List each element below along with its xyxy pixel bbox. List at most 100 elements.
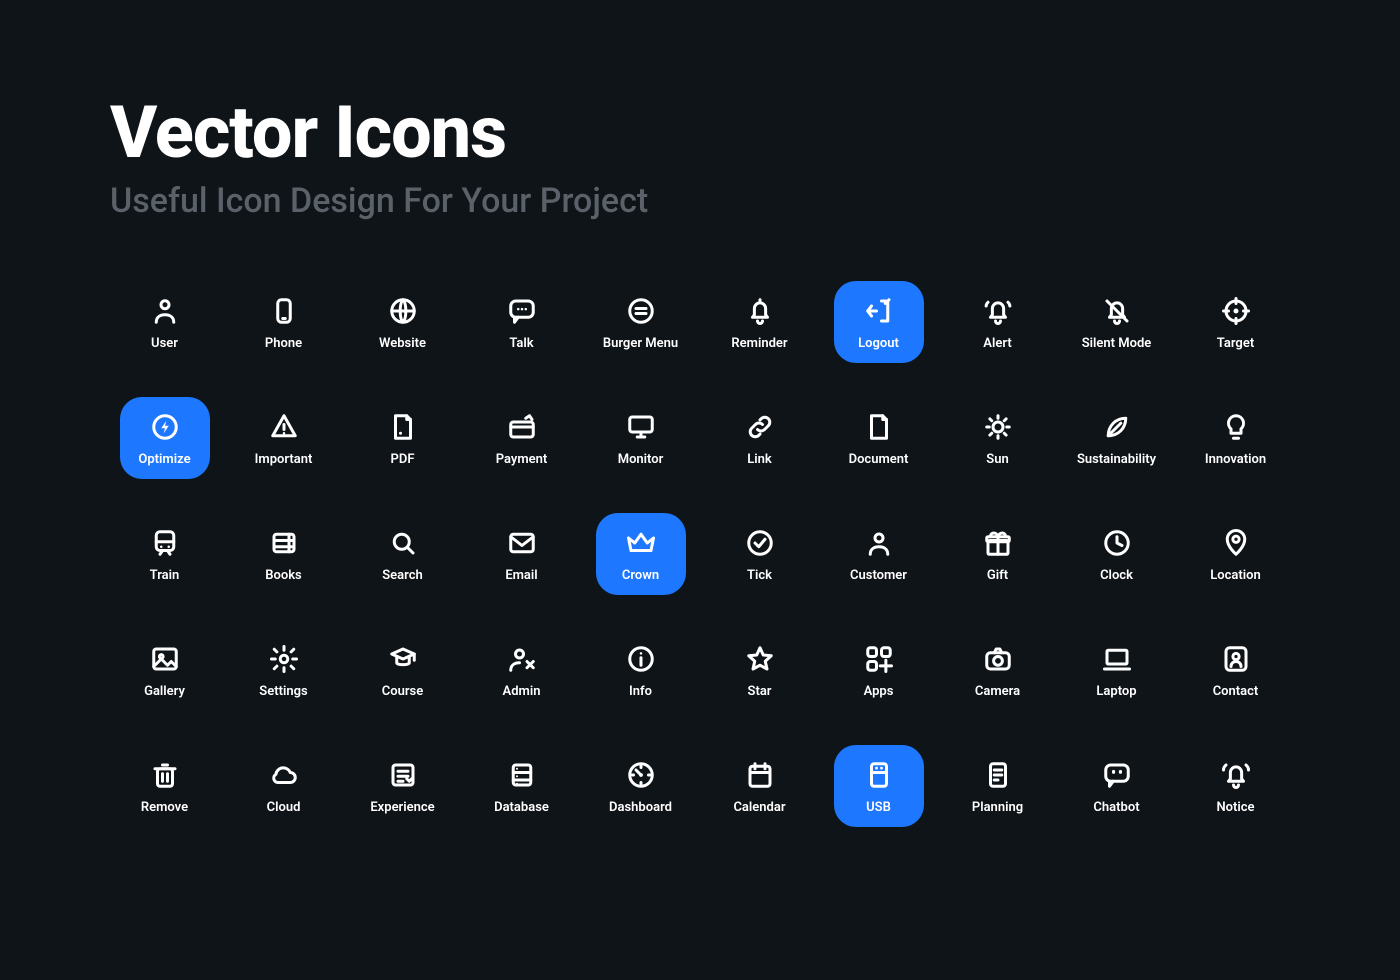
search-icon: [386, 526, 420, 560]
icon-tile-cloud[interactable]: Cloud: [239, 745, 329, 827]
icon-label: Apps: [864, 684, 894, 699]
link-icon: [743, 410, 777, 444]
icon-tile-clock[interactable]: Clock: [1072, 513, 1162, 595]
crown-icon: [624, 526, 658, 560]
email-icon: [505, 526, 539, 560]
icon-tile-website[interactable]: Website: [358, 281, 448, 363]
icon-tile-silent-mode[interactable]: Silent Mode: [1072, 281, 1162, 363]
reminder-icon: [743, 294, 777, 328]
monitor-icon: [624, 410, 658, 444]
location-icon: [1219, 526, 1253, 560]
icon-tile-important[interactable]: Important: [239, 397, 329, 479]
icon-label: Calendar: [733, 800, 785, 815]
gift-icon: [981, 526, 1015, 560]
icon-tile-email[interactable]: Email: [477, 513, 567, 595]
icon-label: Star: [748, 684, 772, 699]
icon-tile-gallery[interactable]: Gallery: [120, 629, 210, 711]
icon-tile-train[interactable]: Train: [120, 513, 210, 595]
icon-label: Silent Mode: [1082, 336, 1152, 351]
icon-tile-sun[interactable]: Sun: [953, 397, 1043, 479]
icon-tile-target[interactable]: Target: [1191, 281, 1281, 363]
icon-tile-admin[interactable]: Admin: [477, 629, 567, 711]
clock-icon: [1100, 526, 1134, 560]
icon-tile-planning[interactable]: Planning: [953, 745, 1043, 827]
icon-tile-logout[interactable]: Logout: [834, 281, 924, 363]
icon-tile-info[interactable]: Info: [596, 629, 686, 711]
icon-tile-innovation[interactable]: Innovation: [1191, 397, 1281, 479]
icon-label: Target: [1217, 336, 1254, 351]
icon-tile-course[interactable]: Course: [358, 629, 448, 711]
icon-tile-location[interactable]: Location: [1191, 513, 1281, 595]
icon-tile-payment[interactable]: Payment: [477, 397, 567, 479]
icon-tile-user[interactable]: User: [120, 281, 210, 363]
important-icon: [267, 410, 301, 444]
icon-label: Sun: [986, 452, 1008, 467]
icon-tile-laptop[interactable]: Laptop: [1072, 629, 1162, 711]
icon-tile-link[interactable]: Link: [715, 397, 805, 479]
icon-tile-talk[interactable]: Talk: [477, 281, 567, 363]
icon-label: Crown: [622, 568, 659, 583]
icon-tile-alert[interactable]: Alert: [953, 281, 1043, 363]
icon-label: Books: [265, 568, 302, 583]
icon-tile-customer[interactable]: Customer: [834, 513, 924, 595]
icon-tile-search[interactable]: Search: [358, 513, 448, 595]
target-icon: [1219, 294, 1253, 328]
icon-label: Camera: [975, 684, 1020, 699]
cloud-icon: [267, 758, 301, 792]
icon-label: Logout: [858, 336, 899, 351]
icon-tile-experience[interactable]: Experience: [358, 745, 448, 827]
icon-tile-database[interactable]: Database: [477, 745, 567, 827]
icon-label: Link: [747, 452, 772, 467]
icon-label: USB: [866, 800, 891, 815]
books-icon: [267, 526, 301, 560]
icon-label: Phone: [265, 336, 302, 351]
icon-label: Gift: [987, 568, 1008, 583]
icon-label: Location: [1210, 568, 1261, 583]
icon-tile-usb[interactable]: USB: [834, 745, 924, 827]
icon-tile-star[interactable]: Star: [715, 629, 805, 711]
settings-icon: [267, 642, 301, 676]
icon-label: Burger Menu: [603, 336, 678, 351]
icon-tile-sustainability[interactable]: Sustainability: [1072, 397, 1162, 479]
gallery-icon: [148, 642, 182, 676]
icon-label: Innovation: [1205, 452, 1266, 467]
icon-tile-chatbot[interactable]: Chatbot: [1072, 745, 1162, 827]
icon-tile-gift[interactable]: Gift: [953, 513, 1043, 595]
icon-label: Train: [150, 568, 180, 583]
optimize-icon: [148, 410, 182, 444]
icon-tile-apps[interactable]: Apps: [834, 629, 924, 711]
user-icon: [148, 294, 182, 328]
page-title: Vector Icons: [110, 90, 1290, 175]
icon-tile-books[interactable]: Books: [239, 513, 329, 595]
icon-tile-document[interactable]: Document: [834, 397, 924, 479]
icon-tile-remove[interactable]: Remove: [120, 745, 210, 827]
icon-label: Monitor: [618, 452, 664, 467]
icon-label: Alert: [983, 336, 1011, 351]
remove-icon: [148, 758, 182, 792]
info-icon: [624, 642, 658, 676]
icon-tile-tick[interactable]: Tick: [715, 513, 805, 595]
icon-tile-optimize[interactable]: Optimize: [120, 397, 210, 479]
course-icon: [386, 642, 420, 676]
database-icon: [505, 758, 539, 792]
icon-tile-settings[interactable]: Settings: [239, 629, 329, 711]
talk-icon: [505, 294, 539, 328]
icon-tile-contact[interactable]: Contact: [1191, 629, 1281, 711]
icon-tile-burger-menu[interactable]: Burger Menu: [596, 281, 686, 363]
icon-tile-calendar[interactable]: Calendar: [715, 745, 805, 827]
icon-tile-monitor[interactable]: Monitor: [596, 397, 686, 479]
icon-label: Email: [505, 568, 537, 583]
icon-tile-phone[interactable]: Phone: [239, 281, 329, 363]
burger-menu-icon: [624, 294, 658, 328]
icon-tile-pdf[interactable]: PDF: [358, 397, 448, 479]
icon-label: Sustainability: [1077, 452, 1156, 467]
icon-tile-dashboard[interactable]: Dashboard: [596, 745, 686, 827]
icon-tile-camera[interactable]: Camera: [953, 629, 1043, 711]
icon-tile-reminder[interactable]: Reminder: [715, 281, 805, 363]
icon-tile-crown[interactable]: Crown: [596, 513, 686, 595]
icon-label: Customer: [850, 568, 907, 583]
icon-tile-notice[interactable]: Notice: [1191, 745, 1281, 827]
icon-label: Tick: [747, 568, 772, 583]
icon-label: Dashboard: [609, 800, 672, 815]
icon-label: Cloud: [267, 800, 301, 815]
